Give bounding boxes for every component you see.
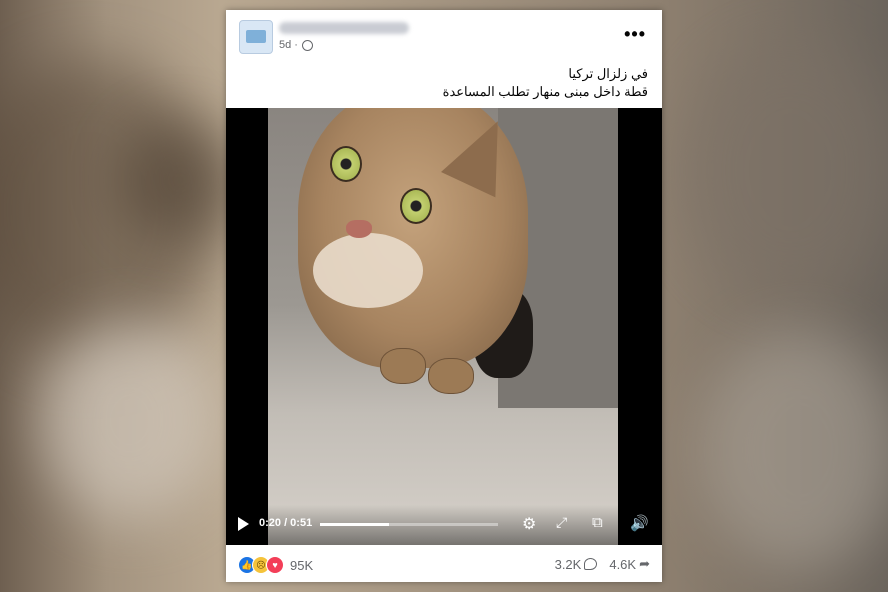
more-options-icon[interactable]: ••• [624,24,646,45]
avatar-image [246,30,266,43]
engagement-stats: 3.2K 4.6K ➦ [555,556,650,572]
post-meta: 5d · [279,39,313,51]
play-icon[interactable] [238,517,249,531]
comment-icon [584,558,598,570]
reaction-count: 95K [290,557,314,573]
background-blur-shape [120,120,240,240]
settings-icon[interactable]: ⚙ [522,514,536,534]
share-icon: ➦ [639,556,650,571]
background-blur-shape [680,40,888,300]
reactions-summary[interactable]: 👍 ☹ ♥ 95K [238,556,313,574]
post-footer: 👍 ☹ ♥ 95K 3.2K 4.6K ➦ [226,545,662,582]
video-scene-cat-eye [400,188,432,224]
caption-line-1: في زلزال تركيا [568,66,648,81]
video-scene-cat-paw [428,358,474,394]
post-header: 5d · ••• في زلزال تركيا قطة داخل مبنى من… [226,10,662,108]
post-caption: في زلزال تركيا قطة داخل مبنى منهار تطلب … [443,65,648,101]
video-scene-cat-paw [380,348,426,384]
video-scene-cat-eye [330,146,362,182]
video-controls: 0:20 / 0:51 ⚙ ⤢ ⧉ 🔊 [226,505,662,545]
video-player[interactable]: 0:20 / 0:51 ⚙ ⤢ ⧉ 🔊 [226,108,662,545]
background-blur-shape [700,330,888,570]
miniplayer-icon[interactable]: ⧉ [592,514,603,531]
caption-line-2: قطة داخل مبنى منهار تطلب المساعدة [442,84,648,99]
background-blur-shape [40,320,220,520]
video-time: 0:20 / 0:51 [259,517,313,529]
share-count: 4.6K [609,556,637,572]
love-icon: ♥ [266,556,284,574]
video-progress-bar[interactable] [320,523,498,526]
post-time[interactable]: 5d · [279,39,298,51]
shares-count-button[interactable]: 4.6K ➦ [609,556,650,572]
video-scene-cat-nose [346,220,372,238]
volume-icon[interactable]: 🔊 [630,514,649,532]
video-scene-cat-muzzle [313,233,423,308]
video-progress-fill [320,523,390,526]
facebook-post-card: 5d · ••• في زلزال تركيا قطة داخل مبنى من… [226,10,662,582]
blurred-page-name[interactable] [279,22,409,34]
fullscreen-icon[interactable]: ⤢ [556,514,567,531]
comments-count-button[interactable]: 3.2K [555,556,598,572]
globe-icon [301,39,313,51]
video-frame-cat [268,108,618,545]
page-avatar[interactable] [239,20,273,54]
comment-count: 3.2K [554,556,582,572]
